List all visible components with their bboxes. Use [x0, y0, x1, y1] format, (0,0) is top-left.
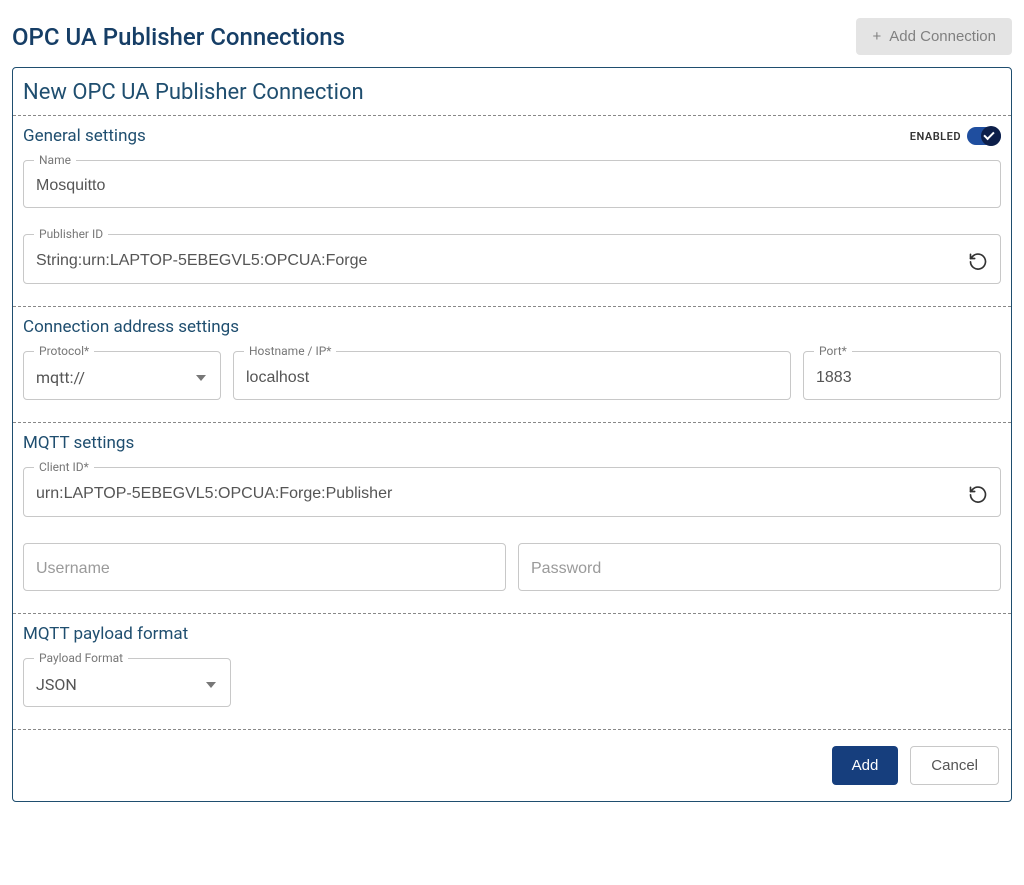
name-label: Name [34, 153, 76, 167]
username-input[interactable] [36, 560, 493, 578]
page-title: OPC UA Publisher Connections [12, 23, 345, 51]
port-label: Port* [814, 344, 852, 358]
protocol-select[interactable]: Protocol* mqtt:// [23, 351, 221, 400]
connection-panel: New OPC UA Publisher Connection General … [12, 67, 1012, 802]
username-field[interactable] [23, 543, 506, 591]
publisher-id-label: Publisher ID [34, 227, 108, 241]
plus-icon: + [872, 29, 881, 44]
hostname-field[interactable]: Hostname / IP* [233, 351, 791, 400]
add-button[interactable]: Add [832, 746, 899, 785]
add-connection-label: Add Connection [889, 28, 996, 45]
payload-format-value: JSON [36, 675, 198, 694]
hostname-label: Hostname / IP* [244, 344, 336, 358]
protocol-value: mqtt:// [36, 368, 188, 387]
password-input[interactable] [531, 560, 988, 578]
payload-section: MQTT payload format Payload Format JSON [13, 614, 1011, 729]
check-icon [986, 131, 996, 141]
undo-icon[interactable] [968, 251, 988, 271]
mqtt-title: MQTT settings [23, 433, 1001, 453]
payload-title: MQTT payload format [23, 624, 1001, 644]
undo-icon[interactable] [968, 484, 988, 504]
protocol-label: Protocol* [34, 344, 94, 358]
chevron-down-icon [206, 682, 216, 688]
mqtt-section: MQTT settings Client ID* [13, 423, 1011, 613]
panel-footer: Add Cancel [13, 730, 1011, 801]
panel-title: New OPC UA Publisher Connection [13, 68, 1011, 115]
hostname-input[interactable] [246, 369, 778, 387]
general-section: General settings ENABLED Name Publisher … [13, 116, 1011, 306]
publisher-id-input[interactable] [36, 252, 960, 270]
name-input[interactable] [36, 177, 988, 195]
add-connection-button[interactable]: + Add Connection [856, 18, 1012, 55]
enabled-toggle[interactable] [967, 127, 1001, 145]
connection-address-title: Connection address settings [23, 317, 1001, 337]
payload-format-label: Payload Format [34, 651, 128, 665]
chevron-down-icon [196, 375, 206, 381]
client-id-label: Client ID* [34, 460, 94, 474]
enabled-label: ENABLED [910, 130, 961, 143]
client-id-field[interactable]: Client ID* [23, 467, 1001, 517]
port-field[interactable]: Port* [803, 351, 1001, 400]
payload-format-select[interactable]: Payload Format JSON [23, 658, 231, 707]
general-title: General settings [23, 126, 146, 146]
password-field[interactable] [518, 543, 1001, 591]
client-id-input[interactable] [36, 485, 960, 503]
publisher-id-field[interactable]: Publisher ID [23, 234, 1001, 284]
port-input[interactable] [816, 369, 1012, 387]
cancel-button[interactable]: Cancel [910, 746, 999, 785]
connection-address-section: Connection address settings Protocol* mq… [13, 307, 1011, 422]
name-field[interactable]: Name [23, 160, 1001, 208]
